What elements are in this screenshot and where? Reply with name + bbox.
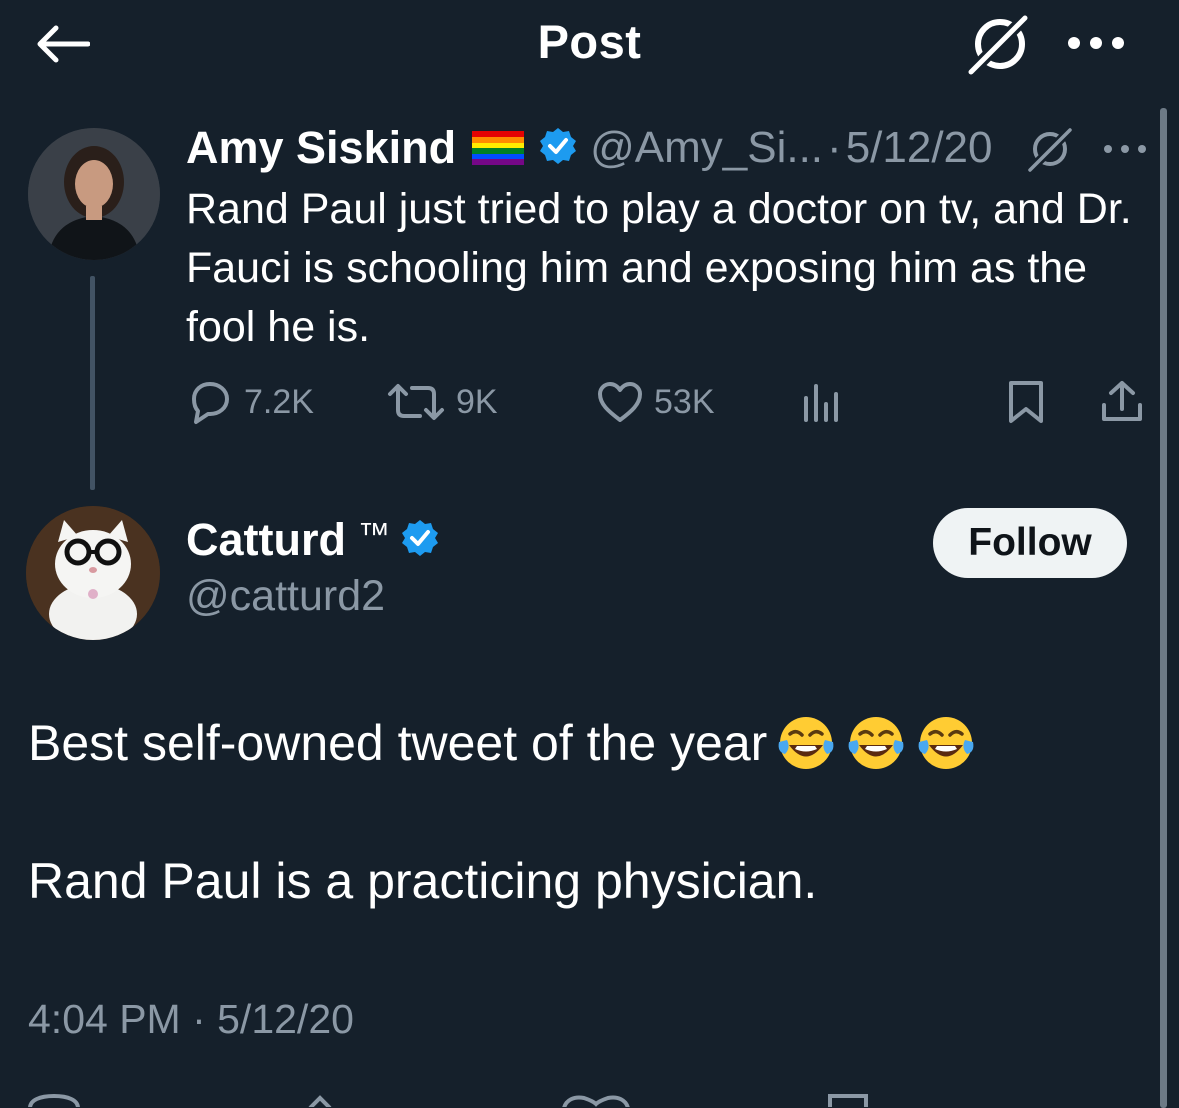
author-name[interactable]: Catturd: [186, 514, 346, 566]
grok-icon: [966, 13, 1030, 77]
share-icon: [1102, 381, 1142, 421]
bookmark-icon: [828, 1094, 868, 1107]
tweet-text: Rand Paul is a practicing physician.: [28, 853, 818, 909]
separator-dot: ·: [827, 123, 842, 172]
repost-icon: [388, 384, 444, 420]
reply-icon: [192, 382, 229, 424]
tweet-more-button[interactable]: [1100, 138, 1150, 160]
face-with-tears-of-joy-icon: [775, 712, 837, 774]
reply-button[interactable]: 7.2K: [186, 375, 314, 429]
profile-photo: [26, 506, 160, 640]
analytics-icon: [804, 384, 838, 422]
face-with-tears-of-joy-icon: [915, 712, 977, 774]
bookmark-icon: [1009, 381, 1043, 423]
more-horizontal-icon: [1068, 37, 1124, 49]
verified-badge-icon[interactable]: [400, 518, 440, 563]
main-tweet-header: Catturd ™: [186, 514, 440, 566]
avatar[interactable]: [28, 128, 160, 260]
post-timestamp[interactable]: 4:04 PM · 5/12/20: [28, 996, 354, 1043]
more-options-button[interactable]: [1064, 26, 1128, 60]
reply-count: 7.2K: [244, 382, 314, 421]
parent-tweet-header: Amy Siskind @Amy_Si... · 5/12/20: [186, 118, 993, 178]
share-button[interactable]: [1098, 375, 1146, 429]
scrollbar[interactable]: [1160, 108, 1167, 1108]
tweet-text-line: Best self-owned tweet of the year: [28, 712, 977, 774]
author-handle[interactable]: @Amy_Si...: [590, 123, 823, 173]
post-date[interactable]: 5/12/20: [846, 123, 993, 173]
more-horizontal-icon: [1104, 145, 1146, 153]
parent-tweet-text: Rand Paul just tried to play a doctor on…: [186, 185, 1132, 351]
heart-icon: [562, 1095, 630, 1107]
author-name[interactable]: Amy Siskind: [186, 122, 456, 174]
repost-button[interactable]: 9K: [386, 375, 498, 429]
like-count: 53K: [654, 382, 715, 421]
repost-icon: [308, 1095, 332, 1107]
top-bar: Post: [0, 0, 1179, 100]
reply-icon: [28, 1093, 80, 1107]
author-handle[interactable]: @catturd2: [186, 572, 385, 621]
verified-badge-icon[interactable]: [538, 126, 578, 171]
repost-count: 9K: [456, 382, 498, 421]
grok-icon: [1026, 126, 1074, 174]
face-with-tears-of-joy-icon: [845, 712, 907, 774]
grok-button[interactable]: [1024, 124, 1074, 174]
follow-button[interactable]: Follow: [933, 508, 1127, 578]
bookmark-button[interactable]: [1006, 375, 1046, 429]
thread-connector: [90, 276, 95, 490]
tweet-text: Best self-owned tweet of the year: [28, 715, 768, 771]
avatar[interactable]: [26, 506, 160, 640]
heart-icon: [598, 382, 642, 422]
views-button[interactable]: [800, 375, 844, 429]
rainbow-flag-icon: [472, 131, 525, 165]
profile-photo: [28, 128, 160, 260]
action-bar-partial: [0, 1088, 1179, 1107]
grok-button[interactable]: [963, 10, 1033, 78]
like-button[interactable]: 53K: [596, 375, 715, 429]
trademark-symbol: ™: [357, 515, 390, 552]
